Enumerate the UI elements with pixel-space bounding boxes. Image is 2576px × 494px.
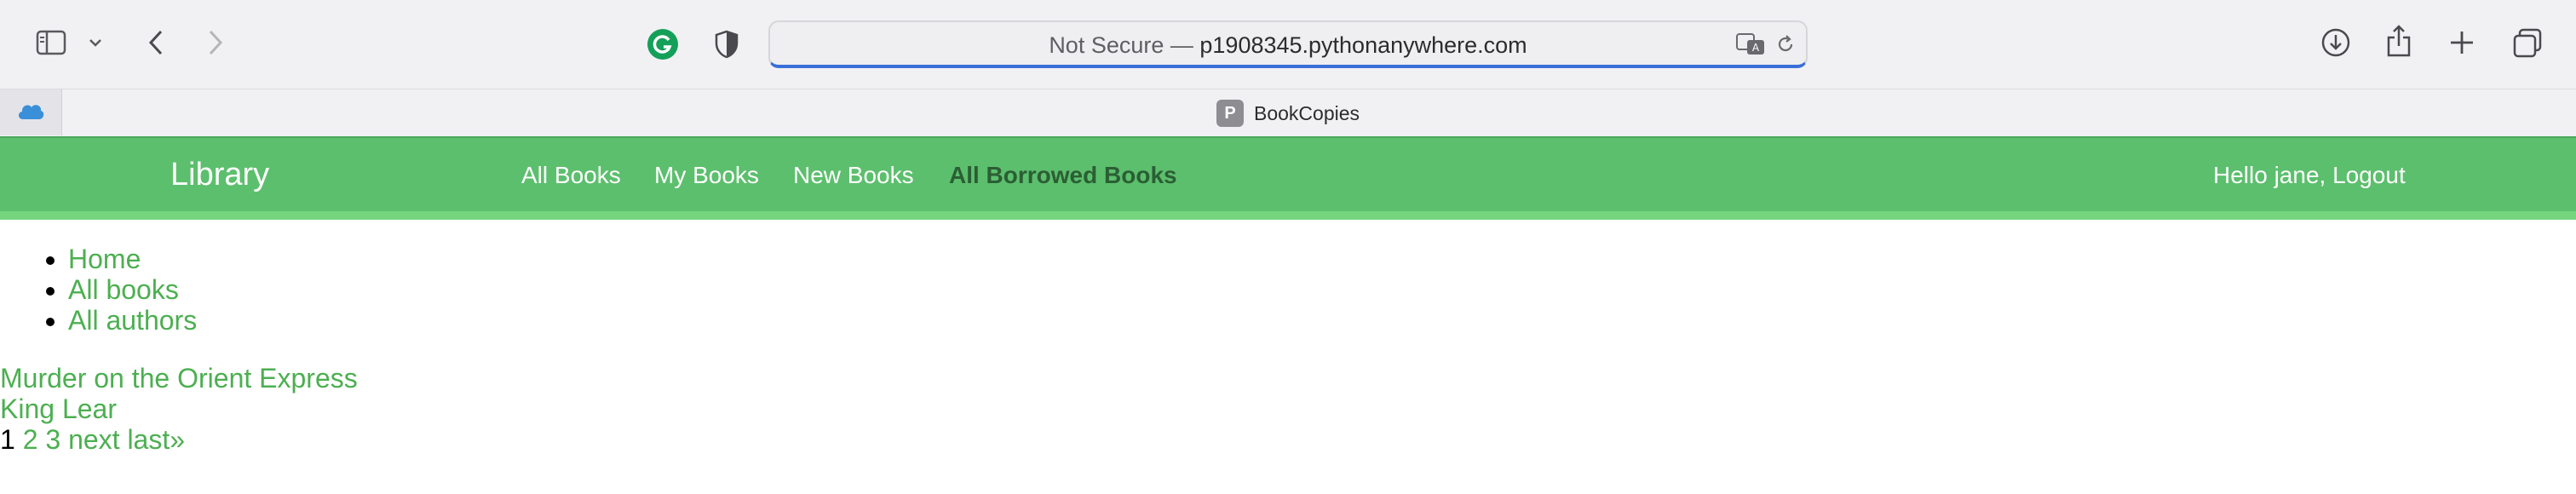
nav-all-books[interactable]: All Books bbox=[521, 162, 621, 189]
page-content: Home All books All authors Murder on the… bbox=[0, 220, 2576, 455]
tab-overview-icon[interactable] bbox=[2511, 27, 2544, 60]
sidebar-link-home[interactable]: Home bbox=[68, 244, 141, 274]
page-current: 1 bbox=[0, 424, 15, 455]
nav-new-books[interactable]: New Books bbox=[793, 162, 914, 189]
address-bar[interactable]: Not Secure — p1908345.pythonanywhere.com… bbox=[768, 20, 1808, 68]
browser-toolbar: Not Secure — p1908345.pythonanywhere.com… bbox=[0, 0, 2576, 89]
navbar-underline bbox=[0, 211, 2576, 220]
grammarly-icon[interactable] bbox=[646, 27, 680, 61]
sidebar-item-all-authors: All authors bbox=[68, 305, 2576, 336]
page-link-3[interactable]: 3 bbox=[45, 424, 60, 455]
url-host: p1908345.pythonanywhere.com bbox=[1199, 32, 1527, 58]
reload-icon[interactable] bbox=[1774, 32, 1797, 56]
back-icon[interactable] bbox=[143, 26, 169, 60]
site-brand[interactable]: Library bbox=[170, 157, 269, 193]
chevron-down-icon[interactable] bbox=[87, 34, 104, 51]
book-list: Murder on the Orient Express King Lear bbox=[0, 363, 2576, 424]
nav-user-logout[interactable]: Hello jane, Logout bbox=[2213, 162, 2406, 189]
tab-title: BookCopies bbox=[1254, 101, 1360, 124]
page-last-link[interactable]: last» bbox=[127, 424, 185, 455]
cloud-icon bbox=[16, 101, 45, 125]
url-security-label: Not Secure — bbox=[1049, 32, 1200, 58]
sidebar-nav: Home All books All authors bbox=[0, 244, 2576, 336]
download-icon[interactable] bbox=[2319, 26, 2353, 60]
book-link[interactable]: King Lear bbox=[0, 393, 2576, 424]
sidebar-item-home: Home bbox=[68, 244, 2576, 274]
share-icon[interactable] bbox=[2383, 22, 2414, 60]
privacy-shield-icon[interactable] bbox=[712, 27, 741, 61]
pagination: 1 2 3 next last» bbox=[0, 424, 2576, 455]
book-link[interactable]: Murder on the Orient Express bbox=[0, 363, 2576, 393]
new-tab-icon[interactable] bbox=[2447, 27, 2477, 58]
sidebar-item-all-books: All books bbox=[68, 274, 2576, 305]
page-next-link[interactable]: next bbox=[68, 424, 119, 455]
nav-my-books[interactable]: My Books bbox=[654, 162, 759, 189]
address-bar-text: Not Secure — p1908345.pythonanywhere.com bbox=[770, 32, 1806, 59]
forward-icon[interactable] bbox=[203, 26, 228, 60]
svg-text:A: A bbox=[1752, 42, 1760, 54]
pinned-tab[interactable] bbox=[0, 89, 62, 135]
page-link-2[interactable]: 2 bbox=[23, 424, 38, 455]
sidebar-link-all-authors[interactable]: All authors bbox=[68, 305, 197, 336]
nav-all-borrowed-books[interactable]: All Borrowed Books bbox=[949, 162, 1177, 189]
site-navbar: Library All Books My Books New Books All… bbox=[0, 136, 2576, 213]
tab-bookcopies[interactable]: P BookCopies bbox=[1216, 98, 1360, 129]
translate-icon[interactable]: A bbox=[1734, 31, 1767, 58]
sidebar-link-all-books[interactable]: All books bbox=[68, 274, 179, 305]
tab-favicon: P bbox=[1216, 100, 1244, 127]
tab-bar: P BookCopies bbox=[0, 89, 2576, 137]
sidebar-toggle-icon[interactable] bbox=[34, 26, 68, 60]
